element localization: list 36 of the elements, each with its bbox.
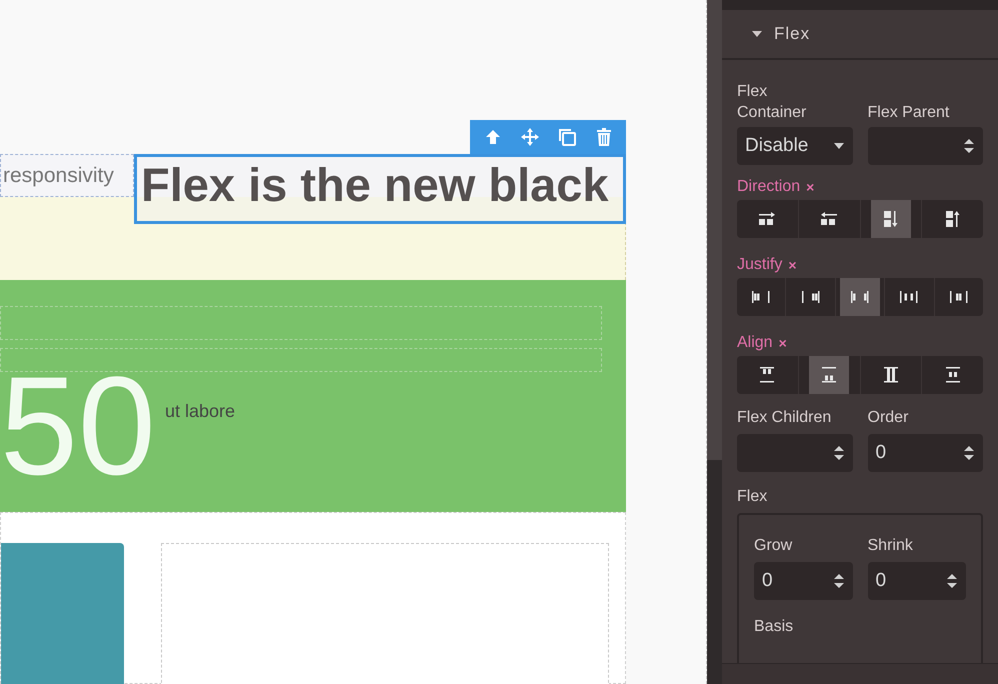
number-field[interactable] [868, 127, 983, 166]
stepper-icon [946, 573, 958, 590]
select-field[interactable]: Disable [737, 127, 852, 166]
stepper-icon [963, 138, 975, 154]
body-text: ut labore [165, 400, 236, 423]
field-label: Basis [754, 617, 794, 638]
selected-heading[interactable]: Flex is the new black [134, 154, 626, 224]
number-field[interactable]: 0 [868, 434, 983, 472]
section-header[interactable]: Flex [722, 10, 998, 60]
clear-button[interactable]: × [778, 336, 787, 350]
field-label: Flex Parent [868, 103, 950, 124]
caret-icon [752, 30, 762, 38]
big-number: 50 [0, 356, 156, 496]
option-label: Align [737, 333, 773, 354]
clear-button[interactable]: × [788, 258, 797, 272]
number-field[interactable]: 0 [754, 562, 852, 600]
side-text: responsivity [2, 162, 114, 189]
copy-icon [556, 127, 576, 147]
field-label: Flex Container [737, 82, 808, 124]
field-label: Flex [737, 487, 768, 508]
stepper-icon [832, 445, 844, 462]
heading-text: Flex is the new black [140, 157, 609, 208]
option-label: Justify [737, 255, 782, 276]
clear-button[interactable]: × [806, 180, 814, 194]
stepper-icon [832, 573, 844, 590]
scrollbar[interactable] [707, 0, 722, 684]
number-field[interactable] [737, 434, 852, 472]
option-label: Direction [737, 177, 800, 198]
field-label: Shrink [868, 536, 914, 556]
stepper-icon [963, 445, 975, 462]
field-label: Grow [754, 536, 794, 556]
number-field[interactable]: 0 [868, 562, 966, 600]
move-icon [520, 127, 540, 147]
dropdown-caret-icon [832, 142, 844, 150]
field-label: Order [868, 408, 910, 428]
field-label: Flex Children [737, 408, 832, 428]
